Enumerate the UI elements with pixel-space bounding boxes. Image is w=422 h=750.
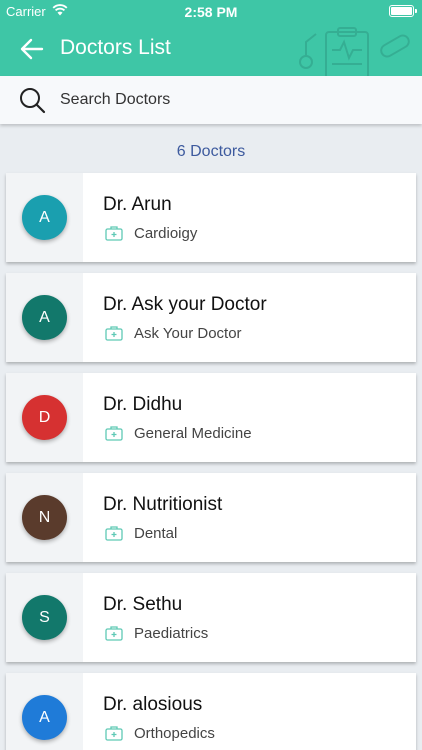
doctor-name: Dr. Nutritionist — [103, 494, 223, 515]
doctor-card-didhu[interactable]: D Dr. Didhu General Medicine — [6, 373, 416, 462]
medical-kit-icon — [105, 626, 123, 641]
page-title: Doctors List — [60, 36, 171, 59]
doctor-specialty: Dental — [134, 525, 178, 542]
avatar: D — [22, 395, 67, 440]
doctor-card-arun[interactable]: A Dr. Arun Cardioigy — [6, 173, 416, 262]
doctor-specialty: Cardioigy — [134, 225, 198, 242]
search-input[interactable] — [60, 85, 400, 115]
medical-kit-icon — [105, 526, 123, 541]
doctor-name: Dr. Arun — [103, 194, 172, 215]
doctor-name: Dr. Didhu — [103, 394, 183, 415]
medical-kit-icon — [105, 326, 123, 341]
avatar: N — [22, 495, 67, 540]
doctor-card-alosious[interactable]: A Dr. alosious Orthopedics — [6, 673, 416, 750]
doctor-card-sethu[interactable]: S Dr. Sethu Paediatrics — [6, 573, 416, 662]
medical-kit-icon — [105, 726, 123, 741]
doctor-name: Dr. Ask your Doctor — [103, 294, 267, 315]
medical-kit-icon — [105, 426, 123, 441]
header-bar: Doctors List — [0, 22, 422, 76]
battery-icon — [389, 5, 417, 17]
medical-kit-icon — [105, 226, 123, 241]
status-time: 2:58 PM — [184, 4, 238, 20]
doctor-count: 6 Doctors — [176, 143, 246, 160]
doctor-name: Dr. Sethu — [103, 594, 183, 615]
back-button[interactable] — [18, 35, 46, 63]
avatar: A — [22, 695, 67, 740]
avatar: A — [22, 195, 67, 240]
doctor-card-ask-your-doctor[interactable]: A Dr. Ask your Doctor Ask Your Doctor — [6, 273, 416, 362]
avatar: A — [22, 295, 67, 340]
doctor-specialty: Ask Your Doctor — [134, 325, 242, 342]
doctor-card-nutritionist[interactable]: N Dr. Nutritionist Dental — [6, 473, 416, 562]
status-bar: Carrier 2:58 PM — [0, 0, 422, 22]
search-bar — [0, 76, 422, 124]
doctor-name: Dr. alosious — [103, 694, 203, 715]
arrow-left-icon — [20, 38, 44, 60]
doctor-specialty: General Medicine — [134, 425, 252, 442]
search-icon[interactable] — [18, 86, 46, 114]
doctor-specialty: Orthopedics — [134, 725, 215, 742]
doctor-list: A Dr. Arun Cardioigy A Dr. Ask your Doct… — [6, 173, 416, 750]
avatar: S — [22, 595, 67, 640]
medical-illustration — [299, 27, 410, 76]
doctor-specialty: Paediatrics — [134, 625, 209, 642]
